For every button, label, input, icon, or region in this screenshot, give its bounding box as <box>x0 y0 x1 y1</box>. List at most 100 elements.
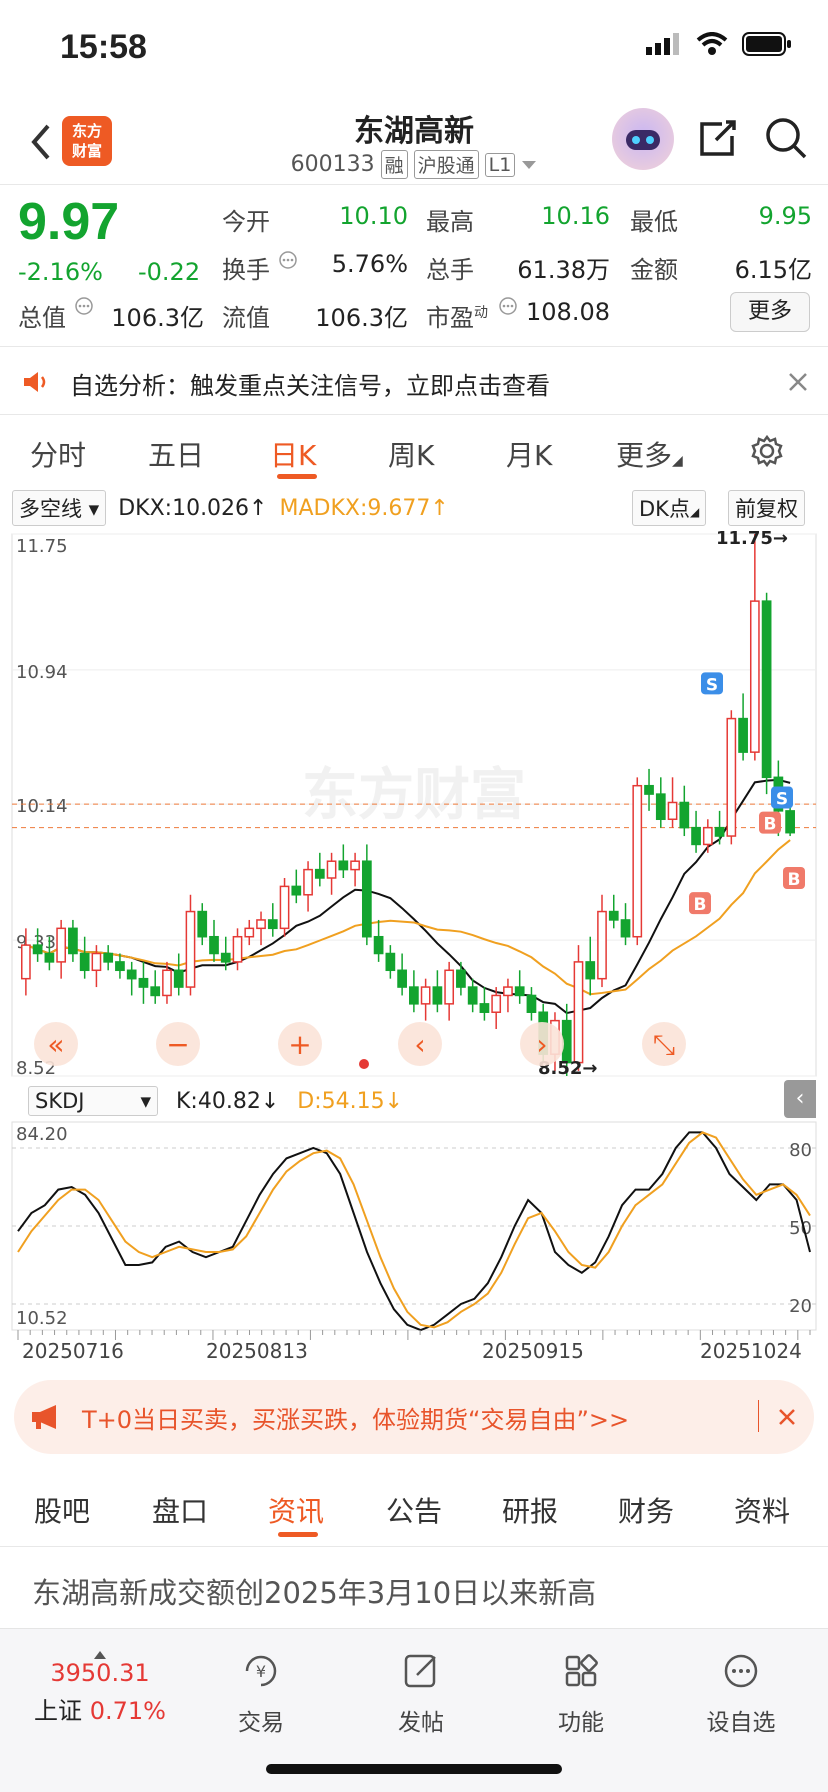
open-value: 10.10 <box>339 202 408 230</box>
candle-body <box>220 952 231 963</box>
search-icon[interactable] <box>764 116 808 160</box>
caret-down-icon <box>522 160 537 169</box>
close-icon[interactable] <box>788 372 808 392</box>
add-watchlist-button[interactable]: 设自选 <box>686 1651 796 1737</box>
adjust-button[interactable]: 前复权 <box>728 490 805 526</box>
dkx-value: DKX:10.026↑ <box>118 495 268 521</box>
candle-body <box>126 969 137 980</box>
tab-research[interactable]: 研报 <box>502 1490 558 1530</box>
volume-label: 总手 <box>426 256 474 284</box>
tab-profile[interactable]: 资料 <box>734 1490 790 1530</box>
candle-body <box>244 927 255 938</box>
high-value: 10.16 <box>541 202 610 230</box>
candle-body <box>91 952 102 972</box>
candle-body <box>526 994 537 1013</box>
candle-body <box>503 986 513 997</box>
signal-label: S <box>706 675 718 695</box>
float-cap-label: 流值 <box>222 304 270 332</box>
active-tab-underline <box>277 474 317 479</box>
tab-monthly-k[interactable]: 月K <box>506 434 552 474</box>
sub-indicator-select[interactable]: SKDJ ▾ <box>28 1086 158 1116</box>
candle-body <box>432 986 443 1005</box>
trade-icon: ¥ <box>245 1655 277 1687</box>
index-name: 上证 <box>34 1697 83 1725</box>
x-tick-label: 20250813 <box>206 1339 308 1363</box>
stock-code: 600133 <box>290 152 375 177</box>
candle-body <box>667 801 678 821</box>
tab-order-book[interactable]: 盘口 <box>152 1490 208 1530</box>
candle-body <box>785 810 795 834</box>
margin-tag: 融 <box>380 150 408 179</box>
info-tabs: 股吧 盘口 资讯 公告 研报 财务 资料 <box>0 1474 828 1546</box>
news-headline[interactable]: 东湖高新成交额创2025年3月10日以来新高 <box>32 1570 596 1612</box>
candlestick-chart[interactable]: 东方财富11.7510.9410.149.338.5211.75→8.52→SS… <box>0 524 828 1084</box>
settings-gear-icon[interactable] <box>750 434 784 468</box>
signal-icon <box>646 33 679 55</box>
y-tick-label: 10.14 <box>16 796 68 817</box>
page-dot <box>359 1059 369 1069</box>
skdj-chart[interactable]: 80 50 20 84.20 10.52 20250716 20250813 20250915… <box>0 1118 828 1368</box>
divider <box>0 1546 828 1547</box>
collapse-panel-button[interactable]: ‹ <box>784 1080 816 1118</box>
main-indicator-row: 多空线 ▾ DKX:10.026↑ MADKX:9.677↑ <box>12 490 449 526</box>
index-ticker[interactable]: 3950.31 上证 0.71% <box>30 1651 170 1726</box>
volume-value: 61.38万 <box>517 256 610 284</box>
post-button[interactable]: 发帖 <box>366 1651 476 1737</box>
candle-body <box>338 860 349 871</box>
candle-body <box>726 717 737 837</box>
info-icon[interactable] <box>278 250 298 270</box>
tab-intraday[interactable]: 分时 <box>30 434 86 474</box>
functions-button[interactable]: 功能 <box>526 1651 636 1737</box>
candle-body <box>691 826 701 846</box>
trade-button[interactable]: ¥ 交易 <box>206 1651 316 1737</box>
left-y-tick: 10.52 <box>16 1308 68 1329</box>
candle-body <box>56 927 67 963</box>
connect-tag: 沪股通 <box>413 150 479 179</box>
candle-body <box>456 969 466 988</box>
close-icon[interactable] <box>778 1408 796 1426</box>
tab-guba[interactable]: 股吧 <box>34 1490 90 1530</box>
index-change: 0.71% <box>89 1697 166 1725</box>
high-label: 最高 <box>426 208 474 236</box>
zoom-out-far-button-glyph: « <box>47 1028 64 1061</box>
candle-body <box>573 961 584 1064</box>
tab-weekly-k[interactable]: 周K <box>388 434 434 474</box>
candle-body <box>21 944 31 980</box>
info-icon[interactable] <box>74 296 94 316</box>
level-tag: L1 <box>484 152 516 177</box>
skdj-k-line <box>17 1131 811 1332</box>
candle-body <box>185 910 196 988</box>
tab-five-day[interactable]: 五日 <box>148 434 204 474</box>
share-icon[interactable] <box>696 118 738 160</box>
alert-banner[interactable]: 自选分析：触发重点关注信号，立即点击查看 <box>0 350 828 414</box>
tab-news[interactable]: 资讯 <box>268 1490 324 1530</box>
last-price: 9.97 <box>18 193 120 251</box>
main-indicator-select[interactable]: 多空线 ▾ <box>12 490 107 526</box>
edit-icon <box>404 1654 436 1688</box>
candle-body <box>115 961 125 972</box>
candle-body <box>256 919 266 930</box>
candle-body <box>79 952 90 972</box>
candle-body <box>138 977 149 988</box>
status-icons <box>646 32 792 56</box>
market-cap-label: 总值 <box>18 304 66 332</box>
tab-financials[interactable]: 财务 <box>618 1490 674 1530</box>
more-button[interactable]: 更多 <box>730 292 810 332</box>
tab-daily-k[interactable]: 日K <box>270 434 316 474</box>
signal-label: B <box>694 895 707 915</box>
candle-body <box>373 935 384 955</box>
pan-right-button-glyph: › <box>536 1028 547 1061</box>
right-y-tick: 50 <box>789 1218 812 1239</box>
candle-body <box>702 826 713 846</box>
candle-body <box>197 910 208 938</box>
dk-point-button[interactable]: DK点◢ <box>632 490 707 526</box>
pe-value: 108.08 <box>526 298 610 326</box>
assistant-robot-icon[interactable] <box>612 108 674 170</box>
x-tick-label: 20251024 <box>700 1339 802 1363</box>
tab-announcements[interactable]: 公告 <box>386 1490 442 1530</box>
promo-banner[interactable]: T+0当日买卖，买涨买跌，体验期货“交易自由”>> <box>14 1380 814 1454</box>
tab-more[interactable]: 更多◢ <box>616 434 683 474</box>
candle-body <box>444 969 455 1005</box>
candle-body <box>409 986 419 1005</box>
promo-text: T+0当日买卖，买涨买跌，体验期货“交易自由”>> <box>82 1406 630 1434</box>
